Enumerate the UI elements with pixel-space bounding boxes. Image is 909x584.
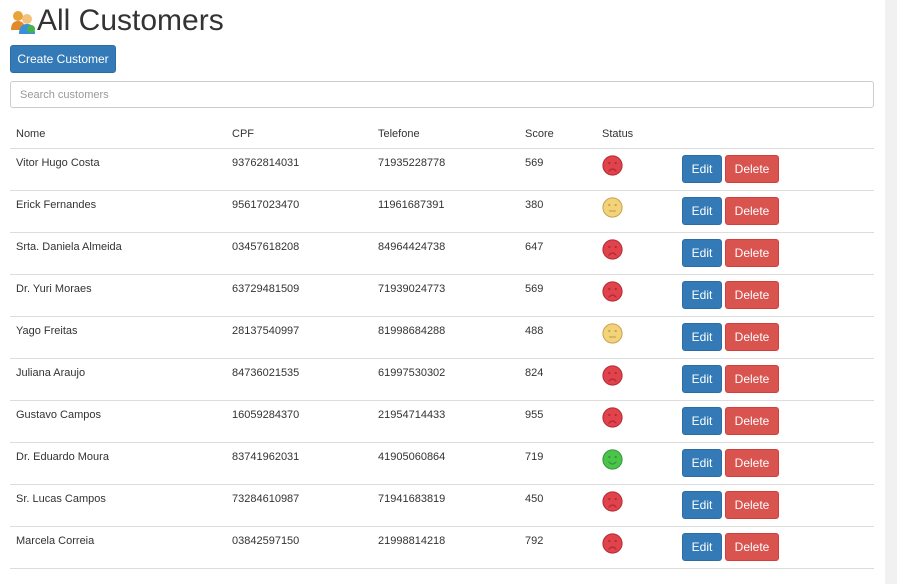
happy-face-icon	[602, 449, 623, 470]
cell-nome: Sr. Lucas Campos	[16, 493, 106, 505]
cell-cpf: 28137540997	[232, 325, 300, 337]
cell-score: 647	[525, 241, 544, 253]
delete-button[interactable]: Delete	[725, 281, 779, 309]
table-row: Erick Fernandes 95617023470 11961687391 380…	[10, 191, 874, 233]
cell-score: 488	[525, 325, 544, 337]
delete-button[interactable]: Delete	[725, 449, 779, 477]
table-row: Yago Freitas 28137540997 81998684288 488 Edi…	[10, 317, 874, 359]
cell-nome: Dr. Eduardo Moura	[16, 451, 109, 463]
cell-score: 792	[525, 535, 544, 547]
sad-face-icon	[602, 365, 623, 386]
cell-score: 569	[525, 283, 544, 295]
column-header-status: Status	[602, 128, 634, 140]
sad-face-icon	[602, 407, 623, 428]
cell-telefone: 84964424738	[378, 241, 446, 253]
table-row: Marcela Correia 03842597150 21998814218 792…	[10, 527, 874, 569]
cell-telefone: 71939024773	[378, 283, 446, 295]
edit-button[interactable]: Edit	[682, 491, 722, 519]
table-row: Dr. Yuri Moraes 63729481509 71939024773 569…	[10, 275, 874, 317]
cell-score: 719	[525, 451, 544, 463]
cell-cpf: 73284610987	[232, 493, 300, 505]
edit-button[interactable]: Edit	[682, 323, 722, 351]
delete-button[interactable]: Delete	[725, 491, 779, 519]
sad-face-icon	[602, 155, 623, 176]
cell-telefone: 21954714433	[378, 409, 446, 421]
sad-face-icon	[602, 239, 623, 260]
page: All Customers Create Customer Nome CPF T…	[0, 0, 897, 584]
edit-button[interactable]: Edit	[682, 239, 722, 267]
edit-button[interactable]: Edit	[682, 155, 722, 183]
delete-button[interactable]: Delete	[725, 239, 779, 267]
cell-nome: Marcela Correia	[16, 535, 95, 547]
cell-cpf: 63729481509	[232, 283, 300, 295]
cell-telefone: 71941683819	[378, 493, 446, 505]
cell-cpf: 93762814031	[232, 157, 300, 169]
column-header-score: Score	[525, 128, 554, 140]
page-header: All Customers	[10, 4, 224, 38]
edit-button[interactable]: Edit	[682, 365, 722, 393]
cell-telefone: 61997530302	[378, 367, 446, 379]
sad-face-icon	[602, 533, 623, 554]
table-row: Sr. Lucas Campos 73284610987 71941683819 45…	[10, 485, 874, 527]
cell-cpf: 03457618208	[232, 241, 300, 253]
table-row: Dr. Eduardo Moura 83741962031 41905060864 7…	[10, 443, 874, 485]
cell-nome: Juliana Araujo	[16, 367, 86, 379]
table-row: Gustavo Campos 16059284370 21954714433 955 E…	[10, 401, 874, 443]
cell-score: 955	[525, 409, 544, 421]
column-header-cpf: CPF	[232, 128, 254, 140]
search-input[interactable]	[10, 81, 874, 108]
cell-nome: Dr. Yuri Moraes	[16, 283, 92, 295]
cell-score: 824	[525, 367, 544, 379]
column-header-telefone: Telefone	[378, 128, 420, 140]
cell-nome: Erick Fernandes	[16, 199, 97, 211]
cell-telefone: 81998684288	[378, 325, 446, 337]
cell-cpf: 16059284370	[232, 409, 300, 421]
page-title: All Customers	[37, 4, 224, 37]
customers-group-icon	[11, 11, 35, 34]
neutral-face-icon	[602, 197, 623, 218]
delete-button[interactable]: Delete	[725, 155, 779, 183]
create-customer-button[interactable]: Create Customer	[10, 45, 116, 73]
edit-button[interactable]: Edit	[682, 533, 722, 561]
neutral-face-icon	[602, 323, 623, 344]
cell-cpf: 84736021535	[232, 367, 300, 379]
cell-nome: Vitor Hugo Costa	[16, 157, 100, 169]
edit-button[interactable]: Edit	[682, 281, 722, 309]
delete-button[interactable]: Delete	[725, 365, 779, 393]
table-header: Nome CPF Telefone Score Status	[10, 120, 874, 149]
cell-nome: Gustavo Campos	[16, 409, 101, 421]
table-row: Srta. Daniela Almeida 03457618208 84964424…	[10, 233, 874, 275]
cell-telefone: 41905060864	[378, 451, 446, 463]
column-header-nome: Nome	[16, 128, 46, 140]
cell-cpf: 03842597150	[232, 535, 300, 547]
cell-score: 569	[525, 157, 544, 169]
cell-cpf: 83741962031	[232, 451, 300, 463]
cell-score: 380	[525, 199, 544, 211]
cell-telefone: 11961687391	[378, 199, 445, 211]
cell-nome: Yago Freitas	[16, 325, 78, 337]
table-body: Vitor Hugo Costa 93762814031 71935228778 56…	[10, 149, 874, 569]
edit-button[interactable]: Edit	[682, 407, 722, 435]
edit-button[interactable]: Edit	[682, 449, 722, 477]
cell-telefone: 71935228778	[378, 157, 446, 169]
table-row: Vitor Hugo Costa 93762814031 71935228778 56…	[10, 149, 874, 191]
table-row: Juliana Araujo 84736021535 61997530302 824 E…	[10, 359, 874, 401]
cell-cpf: 95617023470	[232, 199, 300, 211]
delete-button[interactable]: Delete	[725, 323, 779, 351]
cell-nome: Srta. Daniela Almeida	[16, 241, 122, 253]
cell-telefone: 21998814218	[378, 535, 446, 547]
delete-button[interactable]: Delete	[725, 197, 779, 225]
sad-face-icon	[602, 281, 623, 302]
delete-button[interactable]: Delete	[725, 407, 779, 435]
scrollbar[interactable]	[885, 0, 897, 584]
cell-score: 450	[525, 493, 544, 505]
delete-button[interactable]: Delete	[725, 533, 779, 561]
sad-face-icon	[602, 491, 623, 512]
edit-button[interactable]: Edit	[682, 197, 722, 225]
customers-table: Nome CPF Telefone Score Status Vitor Hug…	[10, 120, 874, 569]
